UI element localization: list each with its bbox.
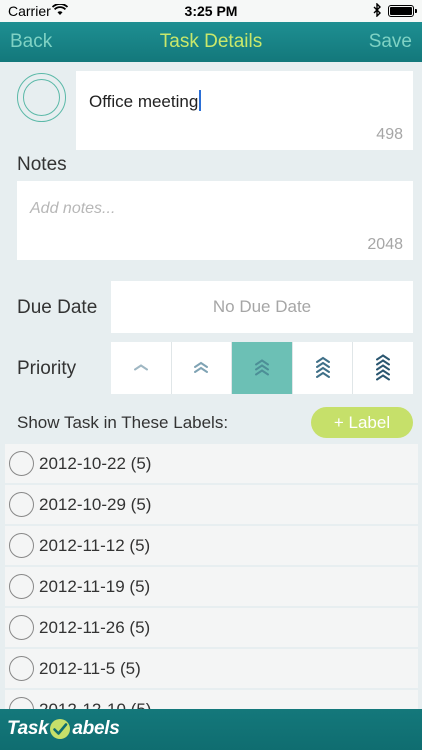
due-date-label: Due Date	[17, 297, 98, 318]
text-cursor	[199, 90, 202, 111]
label-checkbox[interactable]	[9, 574, 34, 599]
label-name: 2012-11-5 (5)	[39, 659, 141, 678]
logo-text-labels: abels	[72, 718, 120, 739]
label-name: 2012-12-10 (5)	[39, 700, 151, 709]
save-button[interactable]: Save	[369, 31, 412, 53]
priority-option-2[interactable]	[170, 342, 232, 394]
priority-option-5[interactable]	[352, 342, 413, 394]
chevron-1-icon	[133, 364, 148, 371]
checkmark-logo-icon	[50, 719, 71, 739]
app-logo: Task abels	[7, 716, 120, 742]
label-checkbox[interactable]	[9, 492, 34, 517]
navigation-bar: Back Task Details Save	[0, 22, 422, 62]
footer-bar: Task abels	[0, 709, 422, 750]
label-checkbox[interactable]	[9, 697, 34, 709]
notes-placeholder: Add notes...	[30, 200, 116, 217]
notes-field[interactable]: Add notes... 2048	[17, 181, 413, 260]
task-complete-checkbox[interactable]	[17, 73, 66, 122]
notes-char-count: 2048	[367, 236, 403, 253]
title-char-count: 498	[376, 126, 403, 143]
label-row[interactable]: 2012-10-29 (5)	[5, 485, 418, 524]
priority-option-1[interactable]	[111, 342, 171, 394]
label-row[interactable]: 2012-11-12 (5)	[5, 526, 418, 565]
label-name: 2012-10-22 (5)	[39, 454, 152, 473]
priority-option-3[interactable]	[231, 342, 292, 394]
label-row[interactable]: 2012-12-10 (5)	[5, 690, 418, 709]
bluetooth-icon	[373, 3, 381, 17]
task-title-text: Office meeting	[89, 90, 202, 112]
logo-text-task: Task	[7, 718, 49, 739]
task-title-value: Office meeting	[89, 92, 199, 111]
back-button[interactable]: Back	[10, 31, 52, 53]
chevron-5-icon	[376, 354, 391, 381]
label-name: 2012-11-19 (5)	[39, 577, 151, 596]
labels-list: 2012-10-22 (5) 2012-10-29 (5) 2012-11-12 (…	[5, 444, 418, 709]
label-checkbox[interactable]	[9, 533, 34, 558]
chevron-2-icon	[194, 361, 209, 373]
page-title: Task Details	[159, 31, 263, 52]
chevron-3-icon	[254, 359, 269, 376]
label-name: 2012-11-12 (5)	[39, 536, 151, 555]
label-name: 2012-10-29 (5)	[39, 495, 152, 514]
labels-section-header: Show Task in These Labels:	[17, 413, 229, 432]
label-row[interactable]: 2012-11-19 (5)	[5, 567, 418, 606]
status-time: 3:25 PM	[184, 3, 238, 19]
priority-selector	[111, 342, 413, 394]
task-title-field[interactable]: Office meeting 498	[76, 71, 413, 150]
notes-label: Notes	[17, 154, 67, 175]
add-label-button[interactable]: + Label	[311, 407, 413, 438]
status-bar: Carrier 3:25 PM	[0, 0, 422, 22]
priority-option-4[interactable]	[291, 342, 353, 394]
label-checkbox[interactable]	[9, 615, 34, 640]
label-checkbox[interactable]	[9, 451, 34, 476]
due-date-button[interactable]: No Due Date	[111, 281, 413, 333]
label-row[interactable]: 2012-11-26 (5)	[5, 608, 418, 647]
battery-icon	[388, 5, 417, 17]
label-name: 2012-11-26 (5)	[39, 618, 151, 637]
label-row[interactable]: 2012-11-5 (5)	[5, 649, 418, 688]
label-row[interactable]: 2012-10-22 (5)	[5, 444, 418, 483]
priority-label: Priority	[17, 358, 77, 379]
chevron-4-icon	[315, 356, 330, 378]
label-checkbox[interactable]	[9, 656, 34, 681]
